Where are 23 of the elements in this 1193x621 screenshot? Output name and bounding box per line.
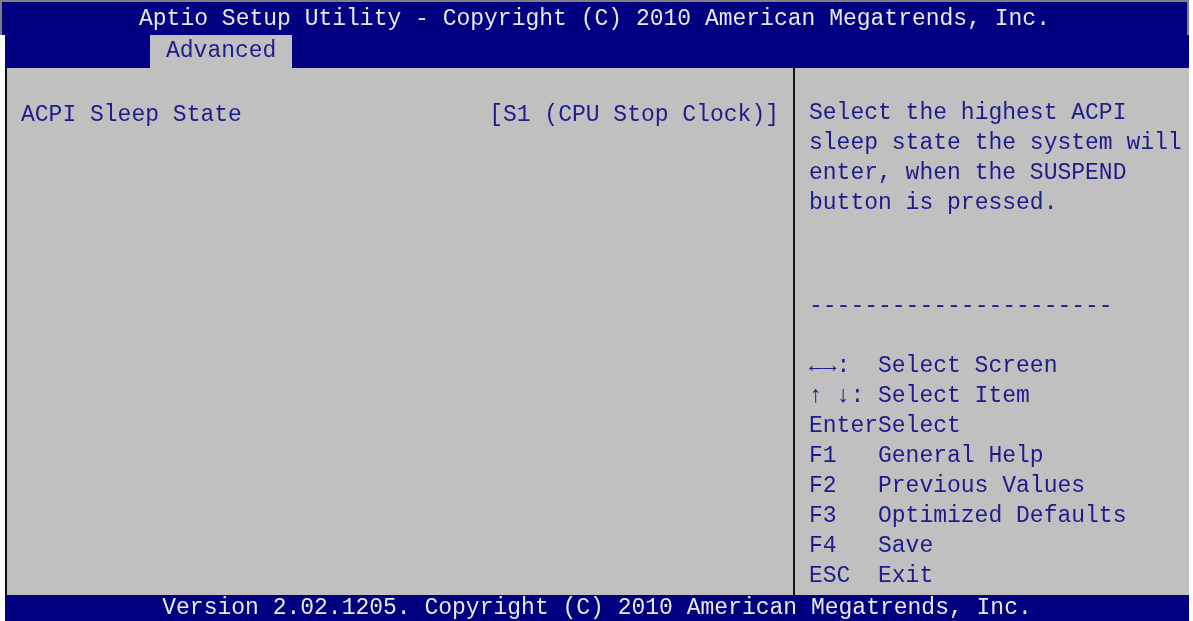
key-action: Select Screen bbox=[878, 352, 1058, 381]
key-name: Enter bbox=[809, 412, 878, 441]
key-action: Select Item bbox=[878, 382, 1030, 411]
key-name: F2 bbox=[809, 472, 838, 501]
key-action: Previous Values bbox=[878, 472, 1086, 501]
status-bar: Version 2.02.1205. Copyright (C) 2010 American Megatrends, Inc. bbox=[5, 595, 1189, 621]
help-separator: ---------------------- bbox=[809, 292, 1114, 321]
key-action: Exit bbox=[878, 562, 934, 591]
key-name: F3 bbox=[809, 502, 838, 531]
key-action: Optimized Defaults bbox=[878, 502, 1127, 531]
key-name: ←→: bbox=[809, 352, 852, 381]
window-title: Aptio Setup Utility - Copyright (C) 2010 American Megatrends, Inc. bbox=[0, 0, 1189, 35]
key-name: ↑ ↓: bbox=[809, 382, 866, 411]
key-action: General Help bbox=[878, 442, 1044, 471]
key-name: F1 bbox=[809, 442, 838, 471]
tab[interactable]: Advanced bbox=[150, 35, 293, 68]
key-name: F4 bbox=[809, 532, 838, 561]
help-text: Select the highest ACPI sleep state the system will enter, when the SUSPEND button is pressed. bbox=[809, 99, 1183, 218]
key-action: Select bbox=[878, 412, 961, 441]
setting-value[interactable]: [S1 (CPU Stop Clock)] bbox=[489, 98, 779, 133]
setting-label: ACPI Sleep State bbox=[21, 101, 242, 130]
key-name: ESC bbox=[809, 562, 852, 591]
key-action: Save bbox=[878, 532, 934, 561]
